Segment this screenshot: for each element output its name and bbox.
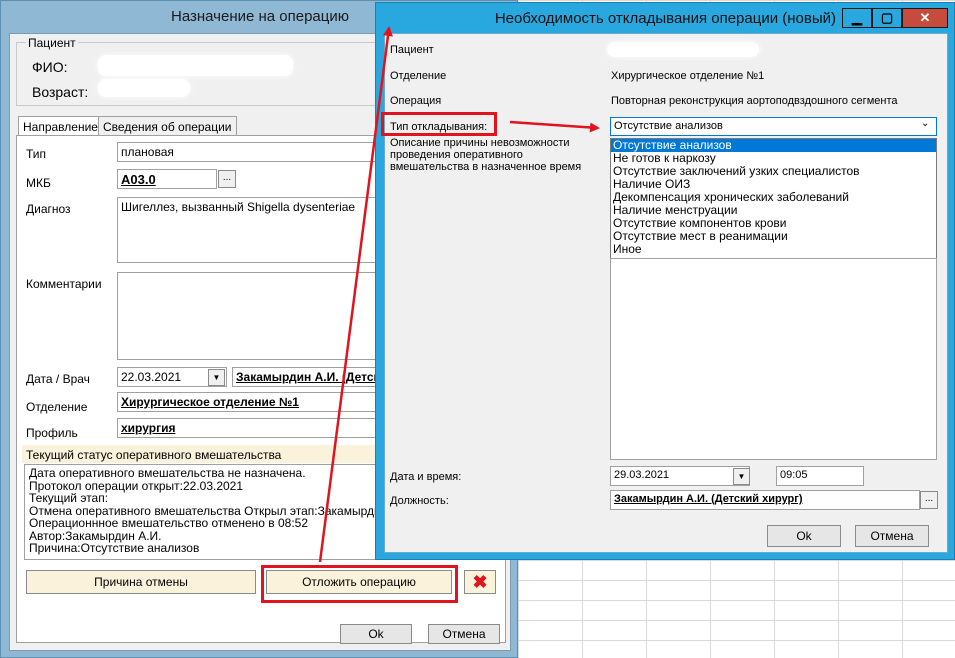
mkb-browse-button[interactable]: ... [218,170,236,188]
postpone-highlight-box [261,565,458,603]
position-field[interactable]: Закамырдин А.И. (Детский хирург) [610,490,920,510]
ok-button[interactable]: Ok [340,624,412,644]
postpone-type-highlight-box [381,112,497,136]
date-dropdown-icon[interactable]: ▼ [208,369,225,386]
delete-button[interactable]: ✖ [464,570,496,594]
operation-label: Операция [390,95,442,107]
comments-label: Комментарии [26,277,102,291]
maximize-button[interactable]: ▢ [872,8,902,28]
dialog-title: Необходимость откладывания операции (нов… [494,10,836,27]
position-label: Должность: [390,495,449,507]
fio-label: ФИО: [32,59,68,75]
cancel-button[interactable]: Отмена [855,525,929,547]
fio-redacted [98,55,293,76]
delete-x-icon: ✖ [472,572,488,592]
cancel-button[interactable]: Отмена [428,624,500,644]
profile-label: Профиль [26,426,78,440]
patient-group-label: Пациент [26,36,78,50]
position-browse-button[interactable]: ... [920,491,938,509]
postpone-type-list: Отсутствие анализов Не готов к наркозу О… [610,138,937,259]
list-item[interactable]: Иное [611,243,936,256]
department-label: Отделение [390,70,447,82]
dialog-body: Пациент Отделение Хирургическое отделени… [381,33,948,553]
doctor-field[interactable]: Закамырдин А.И. (Детск [232,367,387,387]
date-doctor-label: Дата / Врач [26,372,90,386]
close-icon: ✕ [919,10,931,25]
age-label: Возраст: [32,84,89,100]
operation-value: Повторная реконструкция аортоподвздошног… [611,95,898,107]
tab-operation-info[interactable]: Сведения об операции [98,116,237,136]
description-label: Описание причины невозможности проведени… [390,137,582,173]
comments-field[interactable] [117,272,387,360]
diagnosis-label: Диагноз [26,202,71,216]
ok-button[interactable]: Ok [767,525,841,547]
postpone-surgery-dialog: Необходимость откладывания операции (нов… [375,2,955,560]
description-field[interactable] [610,258,937,460]
mkb-label: МКБ [26,176,51,190]
profile-field[interactable]: хирургия [117,418,387,438]
maximize-icon: ▢ [880,10,894,25]
department-field[interactable]: Хирургическое отделение №1 [117,392,387,412]
department-value: Хирургическое отделение №1 [611,70,765,82]
chevron-down-icon[interactable]: ⌄ [921,118,929,129]
cancel-reason-button[interactable]: Причина отмены [26,570,256,594]
mkb-field[interactable]: A03.0 [117,169,217,189]
type-field[interactable]: плановая [117,142,387,162]
age-redacted [98,79,190,97]
diagnosis-field[interactable]: Шигеллез, вызванный Shigella dysenteriae [117,197,387,263]
close-button[interactable]: ✕ [902,8,948,28]
date-field[interactable]: 29.03.2021 [610,466,750,486]
patient-redacted [607,42,759,57]
datetime-label: Дата и время: [390,471,462,483]
date-dropdown-icon[interactable]: ▼ [733,468,750,485]
time-field[interactable]: 09:05 [776,466,864,486]
postpone-type-select[interactable]: Отсутствие анализов [610,117,937,136]
department-label: Отделение [26,400,88,414]
type-label: Тип [26,147,47,161]
status-header: Текущий статус оперативного вмешательств… [26,448,282,462]
minimize-icon: ▁ [852,10,862,25]
patient-label: Пациент [390,44,434,56]
minimize-button[interactable]: ▁ [842,8,872,28]
list-item[interactable]: Отсутствие мест в реанимации [611,230,936,243]
tab-direction[interactable]: Направление [18,116,103,136]
